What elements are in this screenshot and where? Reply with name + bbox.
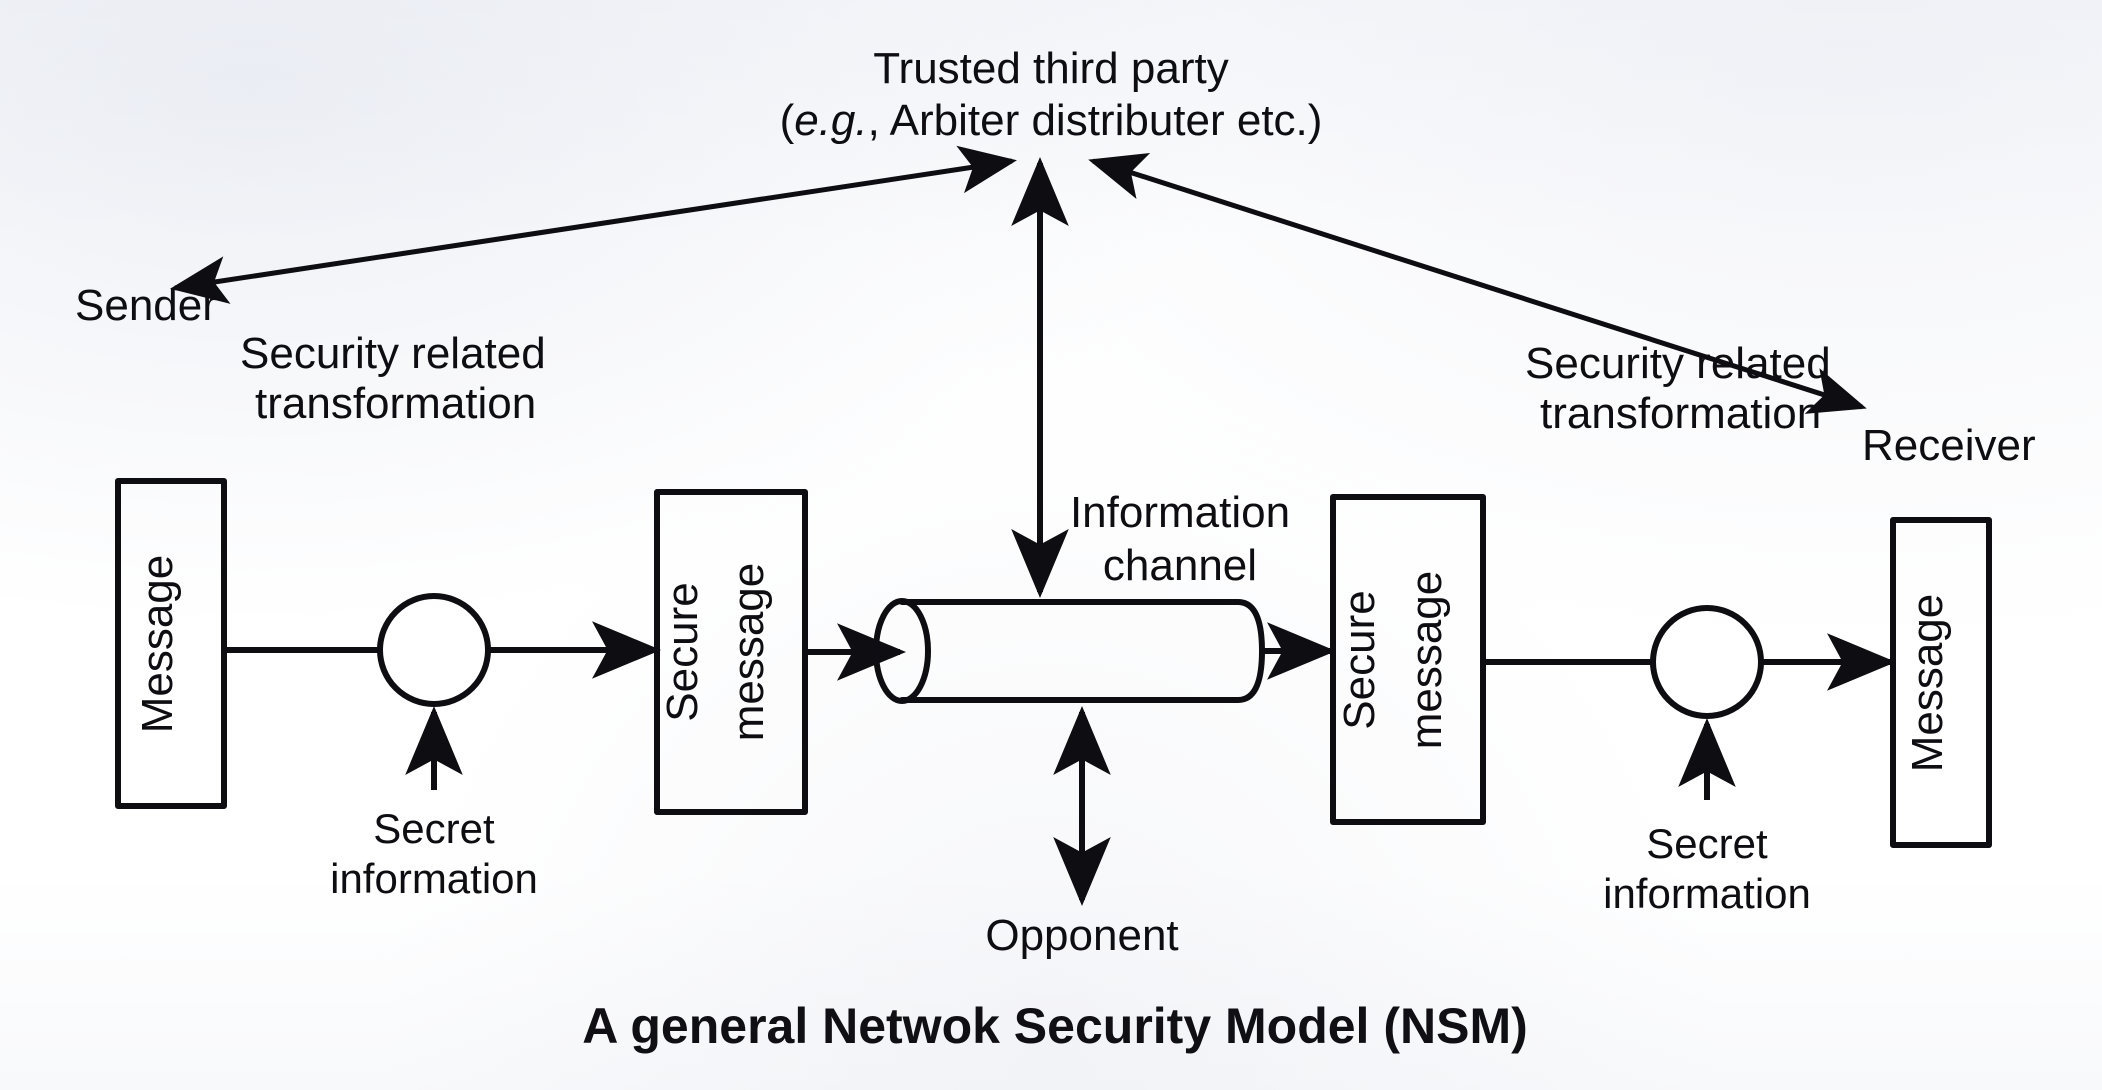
- left-transformation-label-line1: Security related: [240, 329, 546, 378]
- trusted-third-party-rest: , Arbiter distributer etc.): [868, 96, 1323, 145]
- sender-label: Sender: [75, 281, 217, 330]
- right-secret-info-line2: information: [1603, 870, 1811, 917]
- right-transformation-label-line1: Security related: [1525, 339, 1831, 388]
- right-message-box-label: Message: [1903, 594, 1952, 773]
- right-secure-message-line1: Secure: [1335, 590, 1384, 729]
- trusted-third-party-eg: e.g.: [794, 96, 867, 145]
- channel-cylinder-body: [899, 599, 1265, 703]
- trusted-third-party-paren-open: (: [780, 96, 795, 145]
- right-secure-message-line2: message: [1402, 571, 1451, 750]
- left-message-box-label: Message: [133, 555, 182, 734]
- trusted-third-party-line1: Trusted third party: [873, 44, 1228, 93]
- right-transform-circle: [1650, 605, 1764, 719]
- network-security-model-figure: Trusted third party (e.g., Arbiter distr…: [0, 0, 2102, 1090]
- arrow-ttp-to-sender: [170, 159, 1008, 304]
- channel-label-line1: Information: [1070, 488, 1290, 537]
- right-secret-info-line1: Secret: [1646, 820, 1768, 867]
- left-secure-message-line1: Secure: [658, 582, 707, 721]
- figure-caption: A general Netwok Security Model (NSM): [582, 998, 1528, 1054]
- left-secure-message-line2: message: [724, 563, 773, 742]
- channel-label-line2: channel: [1103, 541, 1257, 590]
- left-transformation-label-line2: transformation: [255, 379, 536, 428]
- left-secret-info-line2: information: [330, 855, 538, 902]
- opponent-label: Opponent: [985, 911, 1178, 960]
- right-transformation-label-line2: transformation: [1540, 389, 1821, 438]
- diagram-canvas: Trusted third party (e.g., Arbiter distr…: [75, 44, 2036, 1054]
- arrow-receiver-to-ttp-head: [1088, 152, 1151, 199]
- left-transform-circle: [377, 593, 491, 707]
- left-secret-info-line1: Secret: [373, 805, 495, 852]
- receiver-label: Receiver: [1862, 421, 2036, 470]
- arrow-sender-to-ttp-head: [956, 145, 1017, 194]
- trusted-third-party-line2: (e.g., Arbiter distributer etc.): [780, 96, 1323, 145]
